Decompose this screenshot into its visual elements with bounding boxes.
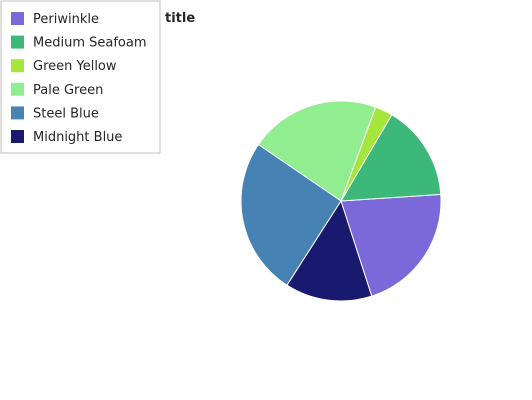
legend-swatch-green-yellow: [11, 59, 24, 73]
legend-swatch-medium-seafoam: [11, 35, 24, 49]
legend-swatch-periwinkle: [11, 12, 24, 25]
legend-label-steel-blue: Steel Blue: [33, 106, 99, 121]
pie-chart: Periwinkle Medium Seafoam Green Yellow Pale…: [0, 0, 442, 302]
legend-swatch-pale-green: [11, 82, 24, 96]
chart-title: title: [165, 11, 195, 26]
legend-swatch-midnight-blue: [11, 130, 24, 143]
pie-slices: [240, 100, 442, 302]
legend-label-medium-seafoam: Medium Seafoam: [33, 36, 147, 51]
legend-label-periwinkle: Periwinkle: [33, 12, 99, 27]
legend-label-pale-green: Pale Green: [33, 83, 103, 98]
legend-label-green-yellow: Green Yellow: [33, 59, 117, 74]
legend: Periwinkle Medium Seafoam Green Yellow Pale…: [0, 0, 161, 154]
legend-label-midnight-blue: Midnight Blue: [33, 130, 122, 145]
legend-swatch-steel-blue: [11, 106, 24, 120]
